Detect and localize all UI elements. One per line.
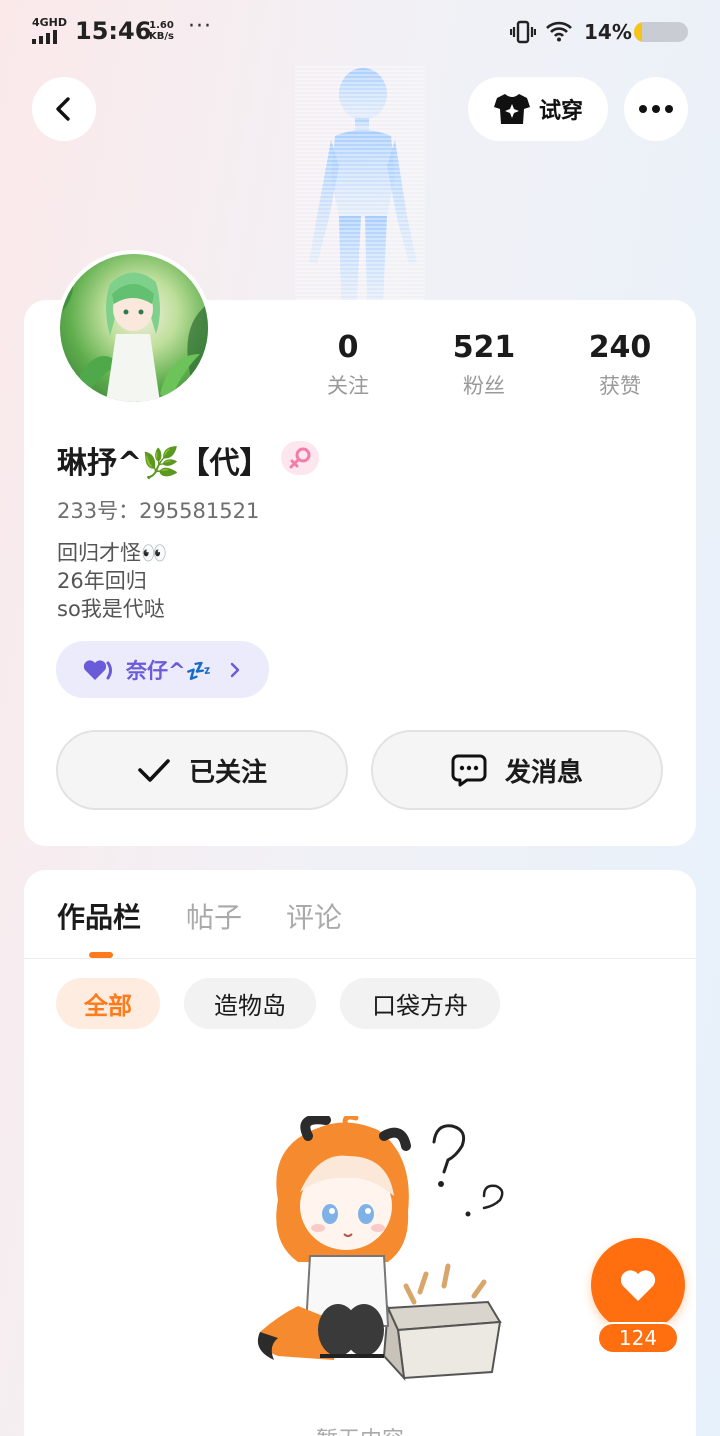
stat-followers[interactable]: 521 粉丝: [416, 330, 552, 400]
user-id: 233号：295581521: [57, 499, 260, 523]
stat-likes-label: 获赞: [599, 374, 641, 398]
stat-followers-value: 521: [452, 330, 516, 365]
tab-comments[interactable]: 评论: [286, 896, 342, 936]
tab-works[interactable]: 作品栏: [57, 896, 141, 936]
content-card: 作品栏 帖子 评论 全部 造物岛 口袋方舟 暂: [24, 870, 696, 1436]
stat-following-label: 关注: [327, 374, 369, 398]
battery-level: [634, 22, 642, 42]
chat-bubble-icon: [451, 754, 487, 787]
gender-badge: [281, 441, 319, 475]
chevron-right-icon: [230, 662, 239, 677]
username: 琳抒^🌿【代】: [57, 446, 270, 481]
send-message-label: 发消息: [504, 757, 583, 788]
network-speed-unit: KB/s: [149, 31, 174, 42]
filter-chip-creation-island[interactable]: 造物岛: [184, 978, 316, 1029]
guild-label: 奈仔^💤: [126, 658, 212, 683]
followed-button[interactable]: 已关注: [56, 730, 348, 810]
try-on-label: 试穿: [538, 99, 583, 124]
filter-chip-pocket-ark[interactable]: 口袋方舟: [340, 978, 500, 1029]
tshirt-sparkle-icon: [493, 94, 530, 124]
stat-following-value: 0: [337, 330, 359, 365]
content-tabs: 作品栏 帖子 评论: [24, 870, 696, 959]
avatar-hologram: [295, 66, 425, 302]
network-speed-value: 1.60: [149, 20, 174, 31]
bio: 回归才怪👀 26年回归 so我是代哒: [57, 539, 167, 623]
battery-icon: [634, 22, 688, 42]
send-message-button[interactable]: 发消息: [371, 730, 663, 810]
wifi-icon: [546, 21, 572, 42]
active-tab-indicator: [89, 952, 113, 958]
more-options-button[interactable]: [624, 77, 688, 141]
vibrate-icon: [510, 20, 536, 44]
tab-posts[interactable]: 帖子: [186, 896, 242, 936]
stat-likes[interactable]: 240 获赞: [552, 330, 688, 400]
bio-line: 26年回归: [57, 569, 147, 593]
avatar-image: [60, 254, 208, 402]
chevron-left-icon: [56, 97, 70, 121]
guild-tag[interactable]: 奈仔^💤: [56, 641, 269, 698]
heart-icon: [83, 659, 112, 680]
check-icon: [138, 759, 170, 782]
network-type: 4GHD: [32, 16, 68, 29]
try-on-button[interactable]: 试穿: [468, 77, 608, 141]
stat-likes-value: 240: [588, 330, 652, 365]
avatar[interactable]: [56, 250, 212, 406]
status-overflow-icon: ···: [188, 14, 212, 39]
like-count: 124: [597, 1322, 679, 1354]
battery-percent: 14%: [584, 20, 632, 44]
cellular-signal-icon: 4GHD: [32, 16, 68, 44]
like-button[interactable]: [591, 1238, 685, 1332]
bio-line: so我是代哒: [57, 597, 165, 621]
back-button[interactable]: [32, 77, 96, 141]
stat-following[interactable]: 0 关注: [280, 330, 416, 400]
stat-followers-label: 粉丝: [463, 374, 505, 398]
status-time: 15:46: [75, 17, 152, 45]
female-icon: [289, 447, 311, 469]
network-speed: 1.60 KB/s: [149, 20, 174, 42]
bio-line: 回归才怪👀: [57, 541, 168, 565]
status-bar: 4GHD 15:46 1.60 KB/s ··· 14%: [0, 0, 720, 64]
profile-stats: 0 关注 521 粉丝 240 获赞: [280, 330, 690, 400]
more-horizontal-icon: [639, 105, 673, 113]
heart-icon: [620, 1270, 656, 1301]
empty-state-illustration: [257, 1116, 504, 1382]
filter-chip-all[interactable]: 全部: [56, 978, 160, 1029]
empty-state-text: 暂无内容: [24, 1422, 696, 1436]
followed-label: 已关注: [188, 757, 267, 788]
